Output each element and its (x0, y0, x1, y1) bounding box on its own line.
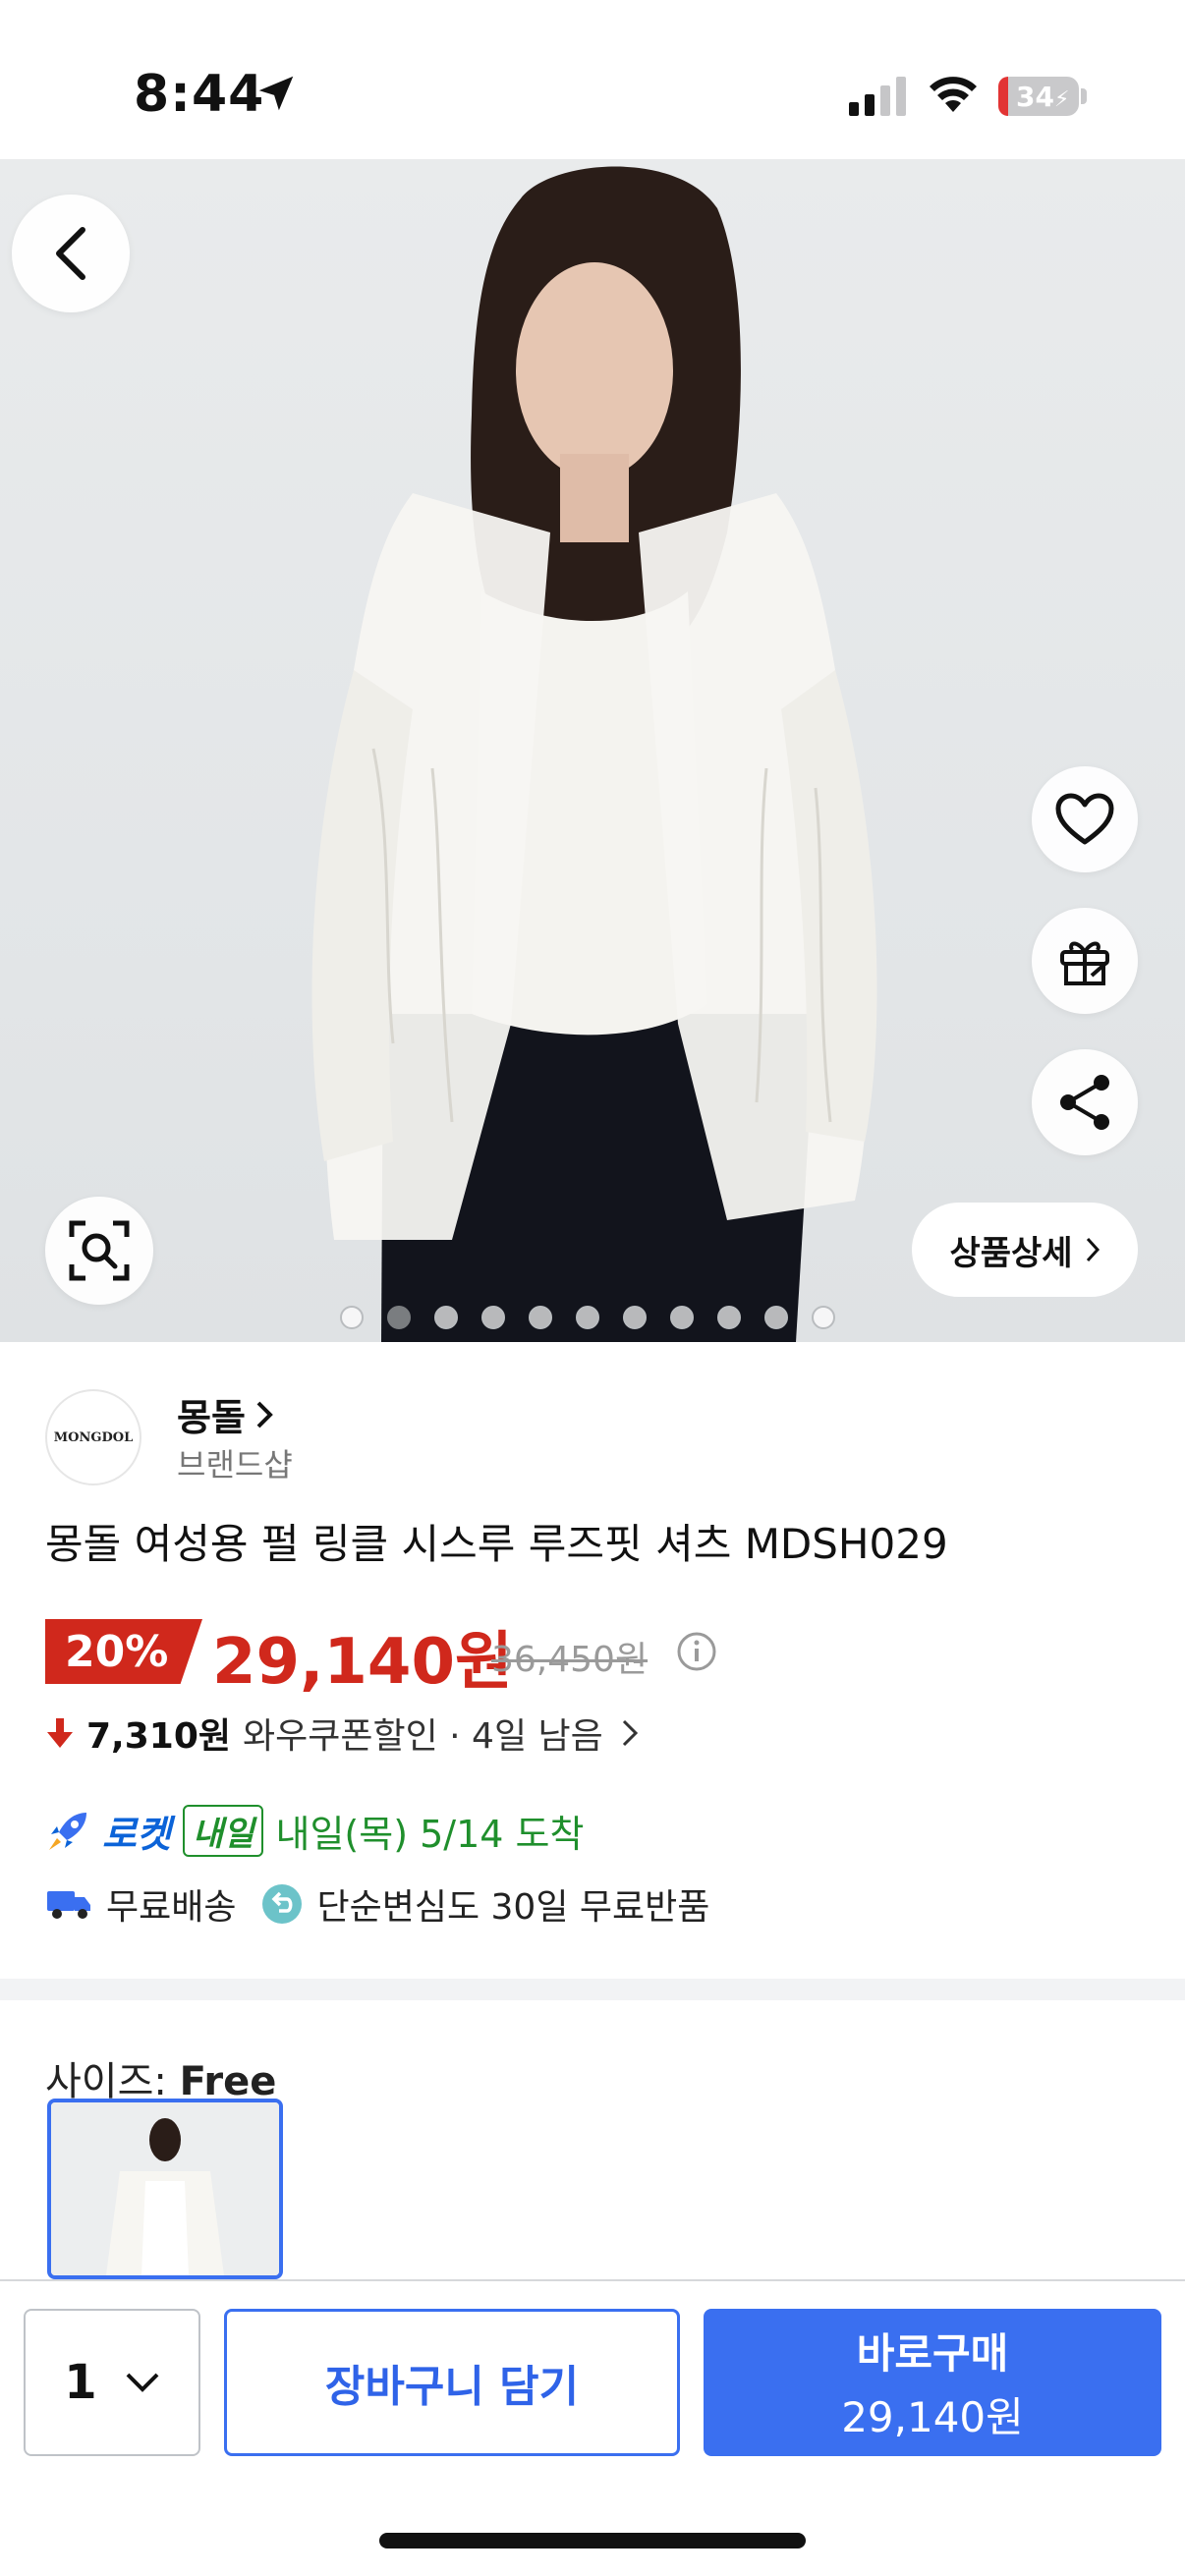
product-detail-button[interactable]: 상품상세 (912, 1203, 1138, 1297)
share-icon (1060, 1075, 1109, 1130)
product-title: 몽돌 여성용 펄 링클 시스루 루즈핏 셔츠 MDSH029 (45, 1520, 948, 1568)
free-shipping-label: 무료배송 (106, 1887, 237, 1928)
add-to-cart-button[interactable]: 장바구니 담기 (224, 2309, 680, 2456)
coupon-discount-row[interactable]: 7,310원 와우쿠폰할인 · 4일 남음 (45, 1708, 639, 1759)
arrival-date: 내일(목) 5/14 도착 (275, 1813, 585, 1856)
status-time: 8:44 (134, 65, 265, 124)
wishlist-button[interactable] (1032, 766, 1138, 872)
carousel-dot[interactable] (481, 1306, 505, 1329)
free-return-label: 단순변심도 30일 무료반품 (316, 1887, 710, 1928)
add-to-cart-label: 장바구니 담기 (324, 2362, 580, 2412)
quantity-value: 1 (64, 2355, 97, 2410)
carousel-dot[interactable] (717, 1306, 741, 1329)
product-detail-label: 상품상세 (949, 1233, 1073, 1273)
heart-icon (1055, 793, 1114, 845)
carousel-dots (340, 1305, 851, 1330)
size-option-image (51, 2102, 279, 2275)
carousel-dot-active[interactable] (387, 1306, 411, 1329)
discount-badge: 20% (45, 1619, 202, 1684)
tomorrow-badge: 내일 (182, 1805, 264, 1857)
product-photo (311, 166, 877, 1342)
brand-link[interactable]: 몽돌 (177, 1387, 273, 1441)
chevron-down-icon (126, 2373, 159, 2392)
location-arrow-icon (258, 76, 294, 111)
chevron-right-icon (622, 1719, 638, 1747)
back-button[interactable] (12, 195, 130, 312)
chevron-right-icon (256, 1401, 273, 1428)
brand-logo-text: MONGDOL (53, 1429, 134, 1445)
return-icon (262, 1884, 303, 1924)
rocket-label: 로켓 (102, 1813, 171, 1856)
truck-icon (47, 1891, 90, 1919)
sale-price: 29,140원 (212, 1626, 513, 1699)
battery-indicator: 34⚡ (998, 77, 1079, 116)
size-option-thumbnail[interactable] (47, 2099, 283, 2279)
battery-level: 34⚡ (1016, 81, 1070, 113)
carousel-dot[interactable] (670, 1306, 694, 1329)
gift-icon (1060, 941, 1109, 985)
buy-now-button[interactable]: 바로구매 29,140원 (704, 2309, 1161, 2456)
image-search-button[interactable] (45, 1197, 153, 1305)
rocket-icon (49, 1812, 86, 1850)
coupon-description: 와우쿠폰할인 · 4일 남음 (243, 1716, 603, 1757)
share-button[interactable] (1032, 1049, 1138, 1155)
brand-logo[interactable]: MONGDOL (45, 1389, 141, 1485)
carousel-dot[interactable] (812, 1306, 835, 1329)
chevron-right-icon (1086, 1237, 1100, 1262)
shipping-info-row: 무료배송 단순변심도 30일 무료반품 (45, 1878, 709, 1930)
info-icon[interactable] (676, 1631, 717, 1672)
carousel-dot[interactable] (529, 1306, 552, 1329)
carousel-dot[interactable] (434, 1306, 458, 1329)
quantity-selector[interactable]: 1 (24, 2309, 200, 2456)
lens-search-icon (69, 1220, 130, 1281)
status-bar: 8:44 34⚡ (0, 0, 1185, 159)
down-arrow-icon (47, 1718, 73, 1748)
buy-now-price: 29,140원 (841, 2393, 1024, 2441)
carousel-dot[interactable] (576, 1306, 599, 1329)
wifi-icon (930, 77, 977, 112)
product-image-carousel[interactable]: 상품상세 (0, 159, 1185, 1342)
brand-subtitle: 브랜드샵 (177, 1446, 293, 1484)
bottom-action-bar: 1 장바구니 담기 바로구매 29,140원 (0, 2279, 1185, 2576)
buy-now-label: 바로구매 (856, 2329, 1009, 2378)
cellular-signal-icon (849, 77, 906, 116)
brand-name: 몽돌 (177, 1396, 246, 1439)
home-indicator[interactable] (379, 2533, 806, 2548)
original-price: 36,450원 (491, 1640, 649, 1680)
chevron-left-icon (56, 227, 85, 280)
gift-button[interactable] (1032, 908, 1138, 1014)
rocket-delivery-row: 로켓 내일 내일(목) 5/14 도착 (45, 1804, 584, 1858)
carousel-dot[interactable] (340, 1306, 364, 1329)
section-divider (0, 1979, 1185, 2000)
carousel-dot[interactable] (623, 1306, 647, 1329)
carousel-dot[interactable] (764, 1306, 788, 1329)
coupon-amount: 7,310원 (86, 1716, 231, 1757)
